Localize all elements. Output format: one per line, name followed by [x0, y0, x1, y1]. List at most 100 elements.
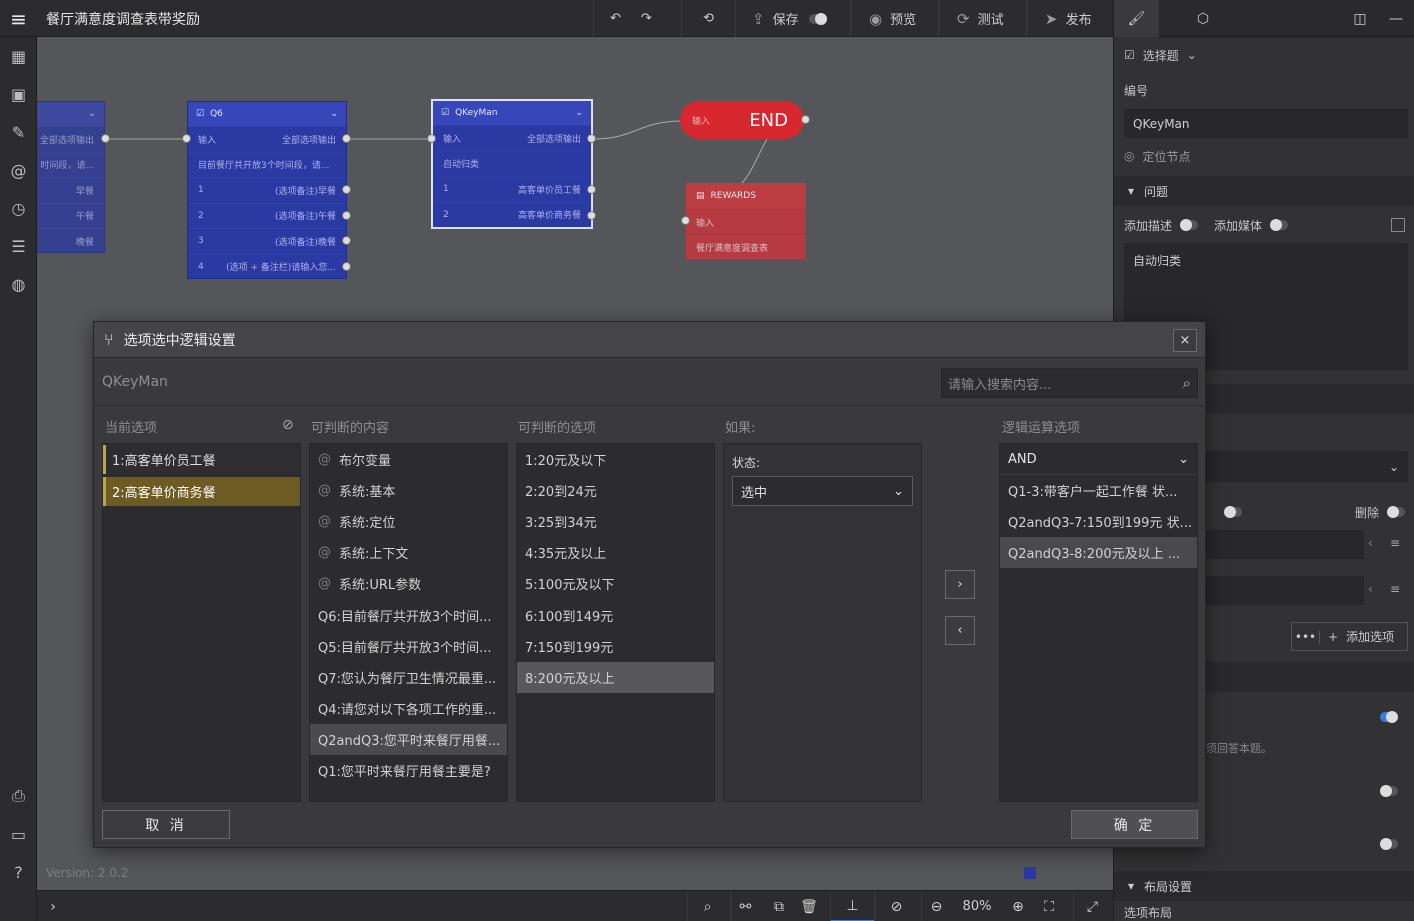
zoom-out-icon[interactable]: ⊖ [921, 891, 951, 921]
q6-node[interactable]: ☑ Q6 ⌄ 输入 全部选项输出 目前餐厅共开放3个时间段，请... 1 (选项备注… [187, 101, 347, 279]
history-icon[interactable]: ⟲ [693, 0, 724, 37]
expand-icon[interactable]: ⤢ [1073, 891, 1111, 921]
list-item[interactable]: @ 系统:上下文 [310, 537, 507, 568]
input-port[interactable] [427, 134, 436, 143]
chevron-left-icon[interactable]: ‹ [1368, 582, 1373, 596]
qkeyman-node[interactable]: ☑ QKeyMan ⌄ 输入 全部选项输出 自动归类 1 高客单价员工餐 2 高客单价… [431, 99, 593, 229]
drag-handle-icon[interactable]: ≡ [1390, 536, 1400, 550]
list-item[interactable]: 7:150到199元 [517, 631, 714, 662]
option-port[interactable] [342, 236, 351, 245]
list-item[interactable]: Q7:您认为餐厅卫生情况最重... [310, 662, 507, 693]
id-input[interactable]: QKeyMan [1124, 109, 1408, 138]
option-port[interactable] [587, 211, 596, 220]
add-desc-toggle[interactable] [1180, 219, 1199, 231]
input-port[interactable] [681, 216, 690, 225]
search-icon[interactable]: ⌕ [687, 891, 727, 921]
timer-icon[interactable]: ◷ [0, 189, 37, 227]
list-item[interactable]: 8:200元及以上 [517, 661, 714, 693]
list-item[interactable]: Q2andQ3:您平时来餐厅用餐... [310, 723, 507, 755]
option-port[interactable] [342, 185, 351, 194]
list-item[interactable]: Q1-3:带客户一起工作餐 状... [1000, 475, 1197, 506]
list-item[interactable]: Q6:目前餐厅共开放3个时间... [310, 599, 507, 630]
split-panel-icon[interactable]: ◫ [1342, 0, 1378, 37]
output-port[interactable] [587, 134, 596, 143]
list-item[interactable]: 6:100到149元 [517, 599, 714, 630]
list-item[interactable]: Q2andQ3-7:150到199元 状... [1000, 506, 1197, 537]
cube-icon[interactable]: ⬡ [1159, 0, 1247, 37]
status-select[interactable]: 选中 ⌄ [732, 476, 913, 506]
confirm-button[interactable]: 确 定 [1071, 810, 1198, 839]
checkbox[interactable] [1391, 218, 1405, 232]
image-icon[interactable]: ▣ [0, 75, 37, 113]
list-item[interactable]: 5:100元及以下 [517, 568, 714, 599]
fit-screen-icon[interactable]: ⛶ [1035, 891, 1063, 921]
pen-icon[interactable]: ✎ [0, 113, 37, 151]
list-item[interactable]: @ 系统:定位 [310, 506, 507, 537]
question-type[interactable]: ☑ 选择题 ⌄ [1114, 43, 1414, 67]
list-item[interactable]: Q4:请您对以下各项工作的重... [310, 693, 507, 724]
add-arrow-button[interactable]: › [945, 570, 975, 599]
output-port[interactable] [801, 115, 810, 124]
question-section-header[interactable]: ▾ 问题 [1114, 176, 1414, 206]
partial-node[interactable]: ⌄ 全部选项输出 时间段，请... 早餐 午餐 晚餐 [37, 101, 105, 253]
brain-icon[interactable]: ◍ [0, 265, 37, 303]
save-button[interactable]: ⇪ 保存 [736, 0, 809, 37]
align-icon[interactable]: ⊥ [830, 891, 874, 921]
help-icon[interactable]: ? [0, 853, 37, 891]
undo-icon[interactable]: ↶ [594, 0, 631, 37]
list-item[interactable]: 4:35元及以上 [517, 537, 714, 568]
layout-section-header[interactable]: ▾ 布局设置 [1114, 871, 1414, 901]
list-item[interactable]: 1:高客单价员工餐 [103, 445, 300, 474]
printer-icon[interactable]: ⎙ [0, 777, 37, 815]
redo-icon[interactable]: ↷ [631, 0, 662, 37]
list-item[interactable]: @ 系统:URL参数 [310, 568, 507, 599]
output-port[interactable] [342, 134, 351, 143]
logic-operator-select[interactable]: AND ⌄ [1000, 444, 1197, 475]
option-toggle[interactable] [1224, 506, 1242, 518]
folder-icon[interactable]: ▭ [0, 815, 37, 853]
grid-icon[interactable]: ▦ [0, 37, 37, 75]
rewards-node[interactable]: ▤ REWARDS 输入 餐厅满意度调查表 [686, 183, 806, 259]
hamburger-menu-icon[interactable]: ≡ [0, 0, 37, 37]
setting-toggle[interactable] [1380, 785, 1398, 797]
at-icon[interactable]: @ [0, 151, 37, 189]
trash-icon[interactable]: 🗑 [795, 891, 823, 921]
list-item[interactable]: 2:高客单价商务餐 [103, 477, 300, 506]
end-node[interactable]: 输入 END [680, 101, 804, 139]
brush-icon[interactable]: 🖌 [1114, 0, 1159, 37]
preview-button[interactable]: ◉ 预览 [851, 0, 926, 37]
add-option-button[interactable]: ••• + 添加选项 [1291, 622, 1408, 651]
test-button[interactable]: ⟳ 测试 [939, 0, 1014, 37]
output-port[interactable] [101, 134, 110, 143]
zoom-in-icon[interactable]: ⊕ [1003, 891, 1033, 921]
cancel-button[interactable]: 取 消 [102, 810, 230, 839]
add-media-toggle[interactable] [1270, 219, 1289, 231]
list-item[interactable]: @ 系统:基本 [310, 475, 507, 506]
publish-button[interactable]: ➤ 发布 [1027, 0, 1102, 37]
option-port[interactable] [587, 185, 596, 194]
remove-arrow-button[interactable]: ‹ [945, 616, 975, 645]
list-item[interactable]: @ 布尔变量 [310, 444, 507, 475]
required-toggle[interactable] [1380, 711, 1398, 723]
drag-handle-icon[interactable]: ≡ [1390, 582, 1400, 596]
delete-toggle[interactable] [1387, 506, 1405, 518]
copy-icon[interactable]: ⧉ [765, 891, 793, 921]
eye-off-icon[interactable]: ⊘ [874, 891, 918, 921]
close-button[interactable]: × [1173, 329, 1197, 352]
option-port[interactable] [342, 211, 351, 220]
chevron-right-icon[interactable]: › [43, 891, 63, 921]
list-item[interactable]: 2:20到24元 [517, 475, 714, 506]
autosave-toggle[interactable] [808, 12, 827, 25]
option-port[interactable] [342, 262, 351, 271]
list-item[interactable]: Q5:目前餐厅共开放3个时间... [310, 631, 507, 662]
minimize-icon[interactable]: — [1378, 0, 1414, 37]
list-item[interactable]: 3:25到34元 [517, 506, 714, 537]
list-item[interactable]: 1:20元及以下 [517, 444, 714, 475]
list-item[interactable]: Q2andQ3-8:200元及以上 ... [1000, 537, 1197, 569]
list-item[interactable]: Q1:您平时来餐厅用餐主要是? [310, 755, 507, 786]
search-input[interactable]: 请输入搜索内容... ⌕ [941, 368, 1198, 398]
locate-node-button[interactable]: ◎ 定位节点 [1114, 146, 1414, 166]
link-icon[interactable]: ⚯ [730, 891, 760, 921]
setting-toggle[interactable] [1380, 838, 1398, 850]
input-port[interactable] [182, 134, 191, 143]
